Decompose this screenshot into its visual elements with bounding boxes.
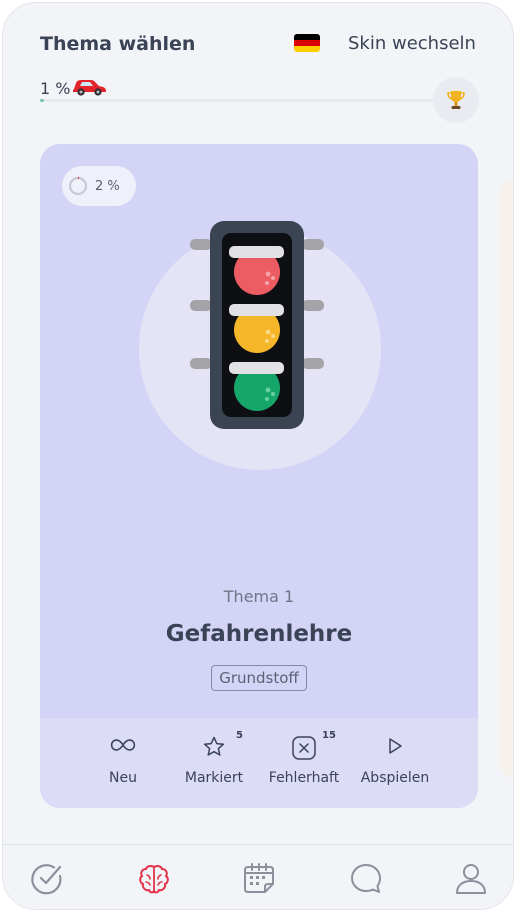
header: Thema wählen Skin wechseln: [3, 3, 513, 83]
traffic-light-icon: [190, 221, 324, 429]
completion-pill: 2 %: [62, 166, 136, 206]
page-title: Thema wählen: [40, 33, 196, 55]
infinity-icon: [110, 739, 136, 751]
progress-ring-icon: [68, 176, 88, 196]
app-screen: Thema wählen Skin wechseln 1 % 2 % Thema…: [2, 2, 514, 910]
skin-change-button[interactable]: Skin wechseln: [348, 33, 476, 54]
x-box-icon: [292, 736, 316, 760]
bottom-navigation: [3, 844, 513, 909]
nav-profile[interactable]: [451, 859, 491, 899]
progress-fill: [40, 99, 44, 102]
topic-name: Gefahrenlehre: [165, 621, 353, 647]
topic-badge: Grundstoff: [211, 665, 307, 691]
marked-count-badge: 5: [236, 730, 243, 741]
wrong-count-badge: 15: [322, 730, 336, 741]
check-circle-icon: [31, 864, 62, 895]
brain-icon: [139, 864, 169, 894]
play-icon: [389, 738, 402, 754]
trophy-button[interactable]: [433, 77, 479, 123]
germany-flag-icon[interactable]: [294, 34, 320, 52]
marked-questions-button[interactable]: 5 Markiert: [164, 718, 264, 808]
chat-icon: [351, 864, 381, 893]
nav-chat[interactable]: [346, 859, 386, 899]
progress-label: 1 %: [40, 79, 71, 98]
completion-value: 2 %: [95, 178, 120, 194]
nav-learn[interactable]: [134, 859, 174, 899]
marked-label: Markiert: [184, 770, 244, 786]
red-car-icon: [71, 75, 107, 101]
calendar-icon: [244, 863, 274, 893]
play-label: Abspielen: [360, 770, 430, 786]
nav-calendar[interactable]: [239, 859, 279, 899]
user-icon: [456, 864, 486, 894]
topic-card[interactable]: 2 % Thema 1 Gefahrenlehre Grundstoff Neu…: [40, 144, 478, 808]
new-questions-button[interactable]: Neu: [73, 718, 173, 808]
nav-check[interactable]: [27, 859, 67, 899]
play-button[interactable]: Abspielen: [345, 718, 445, 808]
card-actions: Neu 5 Markiert 15 Fehlerhaft Abspielen: [40, 718, 478, 808]
progress-bar: [40, 99, 434, 102]
trophy-icon: [447, 91, 465, 109]
next-topic-card[interactable]: [499, 179, 513, 777]
wrong-questions-button[interactable]: 15 Fehlerhaft: [254, 718, 354, 808]
new-label: Neu: [109, 770, 137, 786]
topic-number: Thema 1: [223, 587, 295, 606]
wrong-label: Fehlerhaft: [268, 770, 340, 786]
star-icon: [203, 736, 225, 756]
